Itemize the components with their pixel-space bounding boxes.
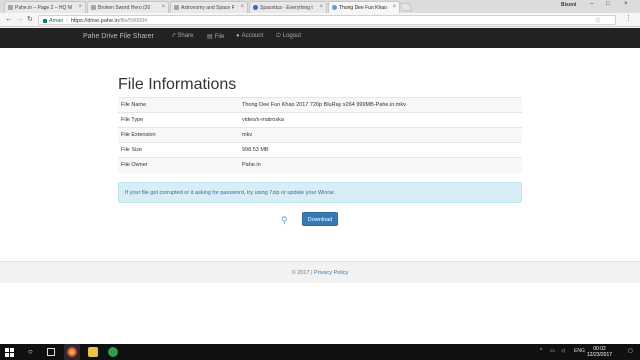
row-key: File Type [118, 112, 239, 128]
tab-favicon-icon [253, 5, 258, 10]
tab-label: Broken Sword Hero (20 [98, 5, 151, 11]
system-clock[interactable]: 00:02 12/23/2017 [587, 346, 612, 358]
privacy-policy-link[interactable]: Privacy Policy [314, 270, 348, 276]
share-icon: ⤤ [172, 33, 176, 39]
table-row: File Type video/x-matroska [118, 112, 522, 128]
secure-label: Aman [49, 18, 64, 24]
browser-tab[interactable]: Broken Sword Hero (20 × [87, 1, 169, 13]
nav-logout-link[interactable]: ⏻ Logout [276, 33, 301, 40]
tab-close-icon[interactable]: × [161, 4, 165, 10]
volume-icon[interactable]: ◁ [561, 348, 565, 354]
tab-favicon-icon [332, 5, 337, 10]
browser-tab-strip: Pahe.in – Page 2 – HQ M × Broken Sword H… [0, 0, 640, 13]
tab-label: Astronomy and Space F [181, 5, 235, 11]
tab-close-icon[interactable]: × [392, 4, 396, 10]
nav-share-label: Share [177, 33, 194, 39]
row-value: 998.53 MB [239, 142, 522, 158]
tab-label: Pahe.in – Page 2 – HQ M [15, 5, 72, 11]
file-explorer-icon[interactable] [88, 347, 98, 357]
language-indicator[interactable]: ENG [574, 348, 585, 354]
nav-file-link[interactable]: ▤ File [207, 33, 224, 40]
row-key: File Owner [118, 157, 239, 173]
address-bar[interactable]: Aman | https://drive.pahe.in/file/59009# ☆ [38, 15, 616, 25]
notification-icon[interactable]: ▢ [628, 348, 633, 354]
url-path: /file/59009# [118, 18, 148, 24]
logout-icon: ⏻ [276, 33, 281, 39]
windows-start-icon[interactable] [4, 347, 14, 357]
tab-close-icon[interactable]: × [240, 4, 244, 10]
download-button[interactable]: Download [302, 212, 338, 226]
tray-up-arrow-icon[interactable]: ^ [540, 348, 542, 354]
page-content: File Informations File Name Thong Dee Fu… [0, 48, 640, 344]
tab-close-icon[interactable]: × [78, 4, 82, 10]
forward-arrow-icon[interactable]: → [16, 14, 24, 23]
browser-menu-icon[interactable]: ⋮ [625, 14, 632, 22]
row-value: Thong Dee Fun Khao 2017 720p BluRay x264… [239, 97, 522, 113]
tab-label: Thong Dee Fun Khao 20 [339, 5, 387, 11]
minimize-icon[interactable]: – [590, 1, 593, 7]
row-key: File Name [118, 97, 239, 113]
site-brand[interactable]: Pahe Drive File Sharer [83, 33, 154, 40]
row-key: File Extension [118, 127, 239, 143]
nav-account-link[interactable]: ● Account [236, 33, 263, 39]
task-view-icon[interactable] [47, 348, 55, 356]
table-row: File Size 998.53 MB [118, 142, 522, 158]
row-value: Pahe.in [239, 157, 522, 173]
lock-icon [43, 18, 47, 23]
site-navbar: Pahe Drive File Sharer ⤤ Share ▤ File ● Acc… [0, 28, 640, 48]
nav-file-label: File [214, 34, 225, 40]
row-value: mkv [239, 127, 522, 143]
table-row: File Name Thong Dee Fun Khao 2017 720p B… [118, 97, 522, 113]
nav-account-label: Account [241, 33, 264, 39]
row-key: File Size [118, 142, 239, 158]
file-info-table: File Name Thong Dee Fun Khao 2017 720p B… [118, 97, 522, 173]
close-window-icon[interactable]: × [624, 1, 628, 7]
browser-tab[interactable]: Pahe.in – Page 2 – HQ M × [4, 1, 86, 13]
table-row: File Extension mkv [118, 127, 522, 143]
search-icon[interactable]: ○ [28, 347, 38, 357]
network-icon[interactable]: ▭ [550, 348, 555, 354]
back-arrow-icon[interactable]: ← [5, 14, 13, 23]
nav-logout-label: Logout [282, 33, 302, 39]
browser-tab[interactable]: Spacetica - Everything t × [249, 1, 327, 13]
clock-date: 12/23/2017 [587, 352, 613, 358]
user-icon: ● [236, 33, 240, 39]
new-tab-button[interactable] [399, 3, 413, 11]
address-separator: | [66, 18, 68, 24]
link-cursor-icon: ⚲ [281, 215, 288, 225]
url-host: https://drive.pahe.in [70, 18, 119, 24]
tab-favicon-icon [174, 5, 179, 10]
bookmark-star-icon[interactable]: ☆ [595, 16, 601, 24]
browser-profile-name[interactable]: Bisoni [561, 2, 576, 8]
table-row: File Owner Pahe.in [118, 157, 522, 173]
info-alert: If your file got corrupted or it asking … [118, 182, 522, 203]
tab-close-icon[interactable]: × [319, 4, 323, 10]
page-title: File Informations [118, 76, 237, 93]
nav-share-link[interactable]: ⤤ Share [172, 33, 193, 40]
tab-favicon-icon [8, 5, 13, 10]
tab-label: Spacetica - Everything t [260, 5, 313, 11]
file-icon: ▤ [207, 34, 213, 40]
app-green-icon[interactable] [108, 347, 118, 357]
chrome-logo-icon [67, 347, 77, 357]
tab-favicon-icon [91, 5, 96, 10]
footer-copyright: © 2017 | [291, 270, 313, 276]
browser-tab-active[interactable]: Thong Dee Fun Khao 20 × [328, 1, 400, 13]
browser-toolbar: ← → ↻ Aman | https://drive.pahe.in/file/59… [0, 13, 640, 27]
reload-icon[interactable]: ↻ [27, 15, 33, 23]
windows-taskbar: ○ ^ ▭ ◁ ENG 00:02 12/23/2017 ▢ [0, 344, 640, 360]
page-footer: © 2017 | Privacy Policy [0, 261, 640, 283]
chrome-taskbar-icon[interactable] [64, 344, 80, 360]
maximize-icon[interactable]: □ [606, 1, 610, 7]
row-value: video/x-matroska [239, 112, 522, 128]
screen: Pahe.in – Page 2 – HQ M × Broken Sword H… [0, 0, 640, 360]
browser-tab[interactable]: Astronomy and Space F × [170, 1, 248, 13]
